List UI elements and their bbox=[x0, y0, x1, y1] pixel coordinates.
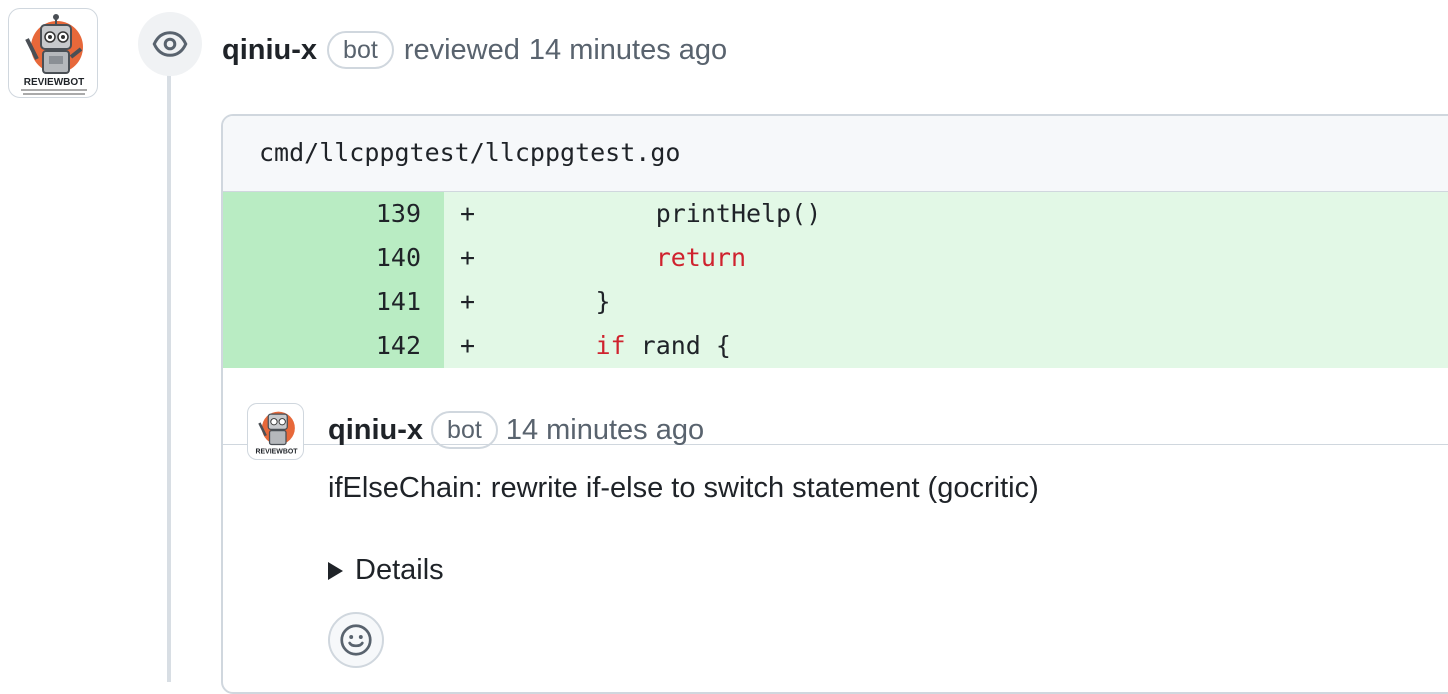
details-label: Details bbox=[355, 554, 444, 586]
code-text: printHelp() bbox=[655, 199, 822, 228]
add-reaction-button[interactable] bbox=[328, 612, 384, 668]
line-code: + } bbox=[444, 280, 1448, 324]
diff-row: 142 + if rand { bbox=[223, 324, 1448, 368]
line-number[interactable]: 139 bbox=[223, 192, 444, 236]
diff-table: 139 + printHelp() 140 + return 141 + } 1… bbox=[223, 192, 1448, 445]
line-number[interactable]: 141 bbox=[223, 280, 444, 324]
review-time[interactable]: 14 minutes ago bbox=[529, 34, 727, 67]
timeline-line bbox=[167, 72, 171, 682]
review-file-box: cmd/llcppgtest/llcppgtest.go 139 + print… bbox=[221, 114, 1448, 694]
bot-badge: bot bbox=[431, 411, 498, 449]
code-text: rand { bbox=[625, 331, 731, 360]
line-number[interactable]: 142 bbox=[223, 324, 444, 368]
smiley-icon bbox=[340, 624, 372, 656]
svg-text:REVIEWBOT: REVIEWBOT bbox=[255, 448, 298, 455]
file-header: cmd/llcppgtest/llcppgtest.go bbox=[223, 116, 1448, 192]
line-code: + if rand { bbox=[444, 324, 1448, 368]
diff-sign: + bbox=[460, 243, 476, 272]
line-code: + return bbox=[444, 236, 1448, 280]
comment-body: ifElseChain: rewrite if-else to switch s… bbox=[328, 472, 1039, 504]
review-action: reviewed bbox=[403, 33, 520, 66]
eye-icon bbox=[152, 31, 188, 57]
robot-icon: REVIEWBOT bbox=[255, 411, 298, 455]
comment-header: qiniu-x bot 14 minutes ago bbox=[328, 408, 704, 452]
bot-badge: bot bbox=[327, 31, 394, 69]
diff-sign: + bbox=[460, 331, 476, 360]
diff-sign: + bbox=[460, 287, 476, 316]
diff-row: 140 + return bbox=[223, 236, 1448, 280]
code-keyword: return bbox=[655, 243, 746, 272]
svg-text:REVIEWBOT: REVIEWBOT bbox=[24, 77, 85, 88]
details-toggle[interactable]: Details bbox=[328, 554, 444, 587]
triangle-right-icon bbox=[328, 561, 343, 580]
code-keyword: if bbox=[595, 331, 626, 360]
commenter-avatar[interactable]: REVIEWBOT bbox=[247, 403, 304, 460]
comment-time[interactable]: 14 minutes ago bbox=[506, 414, 704, 447]
code-text: } bbox=[595, 287, 611, 316]
line-number[interactable]: 140 bbox=[223, 236, 444, 280]
review-header: qiniu-x bot reviewed 14 minutes ago bbox=[222, 26, 727, 74]
file-path[interactable]: cmd/llcppgtest/llcppgtest.go bbox=[259, 138, 680, 167]
commenter-name[interactable]: qiniu-x bbox=[328, 414, 423, 447]
reviewer-name[interactable]: qiniu-x bbox=[222, 34, 317, 67]
line-code: + printHelp() bbox=[444, 192, 1448, 236]
diff-row: 141 + } bbox=[223, 280, 1448, 324]
diff-sign: + bbox=[460, 199, 476, 228]
reviewer-avatar[interactable]: REVIEWBOT bbox=[8, 8, 98, 98]
robot-icon: REVIEWBOT bbox=[21, 14, 87, 95]
diff-row: 139 + printHelp() bbox=[223, 192, 1448, 236]
timeline-badge bbox=[138, 12, 202, 76]
